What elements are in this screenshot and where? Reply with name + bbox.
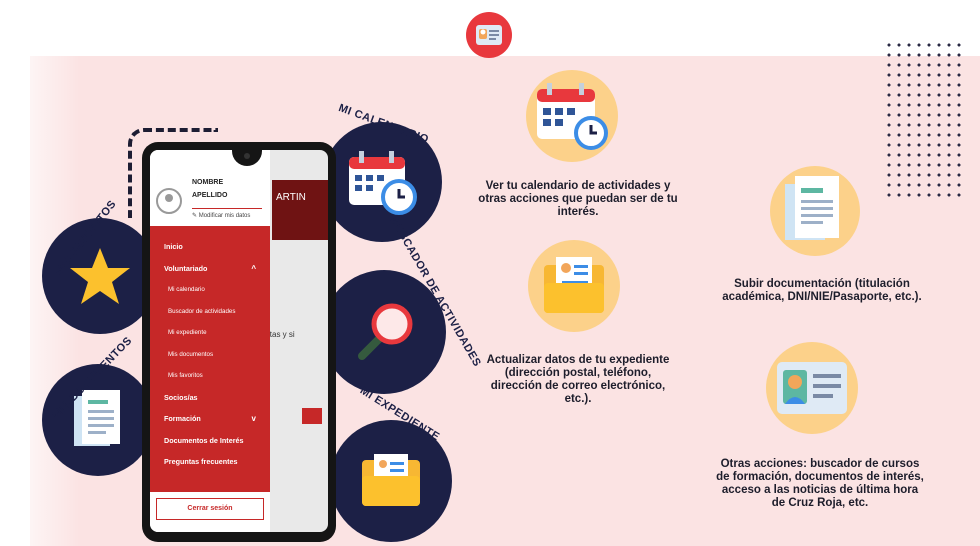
edit-profile-link[interactable]: ✎ Modificar mis datos: [192, 212, 250, 219]
expediente-feature-icon: [528, 240, 620, 332]
document-icon: [74, 390, 120, 446]
user-header: NOMBRE APELLIDO ✎ Modificar mis datos: [150, 168, 270, 228]
id-card-badge-icon: [466, 12, 512, 58]
menu-item-socios[interactable]: Socios/as: [150, 387, 270, 409]
phone-screen: ARTIN sitas y si NOMBRE APELLIDO ✎ Modif…: [150, 150, 328, 532]
calendar-icon: [349, 151, 417, 215]
user-last-name: APELLIDO: [192, 192, 228, 199]
menu-item-documentos-interes[interactable]: Documentos de Interés: [150, 430, 270, 452]
drawer-menu: Inicio Voluntariado ^ Mi calendario Busca…: [150, 226, 270, 492]
user-name: NOMBRE APELLIDO: [192, 176, 227, 202]
logout-button[interactable]: Cerrar sesión: [156, 498, 264, 520]
otras-feature-text: Otras acciones: buscador de cursos de fo…: [716, 458, 924, 509]
menu-item-mi-calendario[interactable]: Mi calendario: [150, 279, 270, 301]
background-page-text: sitas y si: [264, 330, 295, 339]
menu-item-formacion[interactable]: Formación v: [150, 408, 270, 430]
dot-pattern: [884, 40, 964, 200]
edit-profile-label: Modificar mis datos: [198, 213, 251, 219]
menu-item-mi-expediente[interactable]: Mi expediente: [150, 322, 270, 344]
documentacion-feature-text: Subir documentación (titulación académic…: [722, 278, 922, 303]
phone-mockup: ARTIN sitas y si NOMBRE APELLIDO ✎ Modif…: [142, 142, 336, 542]
navigation-drawer: NOMBRE APELLIDO ✎ Modificar mis datos In…: [150, 150, 270, 532]
chevron-up-icon: ^: [251, 263, 256, 273]
menu-item-mis-favoritos[interactable]: Mis favoritos: [150, 365, 270, 387]
magnifier-icon: [358, 303, 413, 360]
menu-item-preguntas[interactable]: Preguntas frecuentes: [150, 451, 270, 473]
menu-item-inicio[interactable]: Inicio: [150, 236, 270, 258]
user-first-name: NOMBRE: [192, 179, 224, 186]
documentacion-feature-icon: [770, 166, 860, 256]
menu-item-mis-documentos[interactable]: Mis documentos: [150, 344, 270, 366]
avatar: [156, 188, 182, 214]
calendar-feature-icon: [526, 70, 618, 162]
chevron-down-icon: v: [251, 414, 256, 423]
menu-item-voluntariado[interactable]: Voluntariado ^: [150, 258, 270, 280]
id-card-feature-icon: [766, 342, 858, 434]
divider: [192, 208, 262, 209]
folder-icon: [362, 454, 420, 506]
background-header-text: ARTIN: [276, 192, 306, 203]
background-page-header: ARTIN: [272, 180, 328, 240]
calendar-feature-text: Ver tu calendario de actividades y otras…: [478, 180, 678, 218]
edit-icon[interactable]: [302, 408, 322, 424]
menu-item-buscador[interactable]: Buscador de actividades: [150, 301, 270, 323]
expediente-feature-text: Actualizar datos de tu expediente (direc…: [486, 354, 670, 405]
